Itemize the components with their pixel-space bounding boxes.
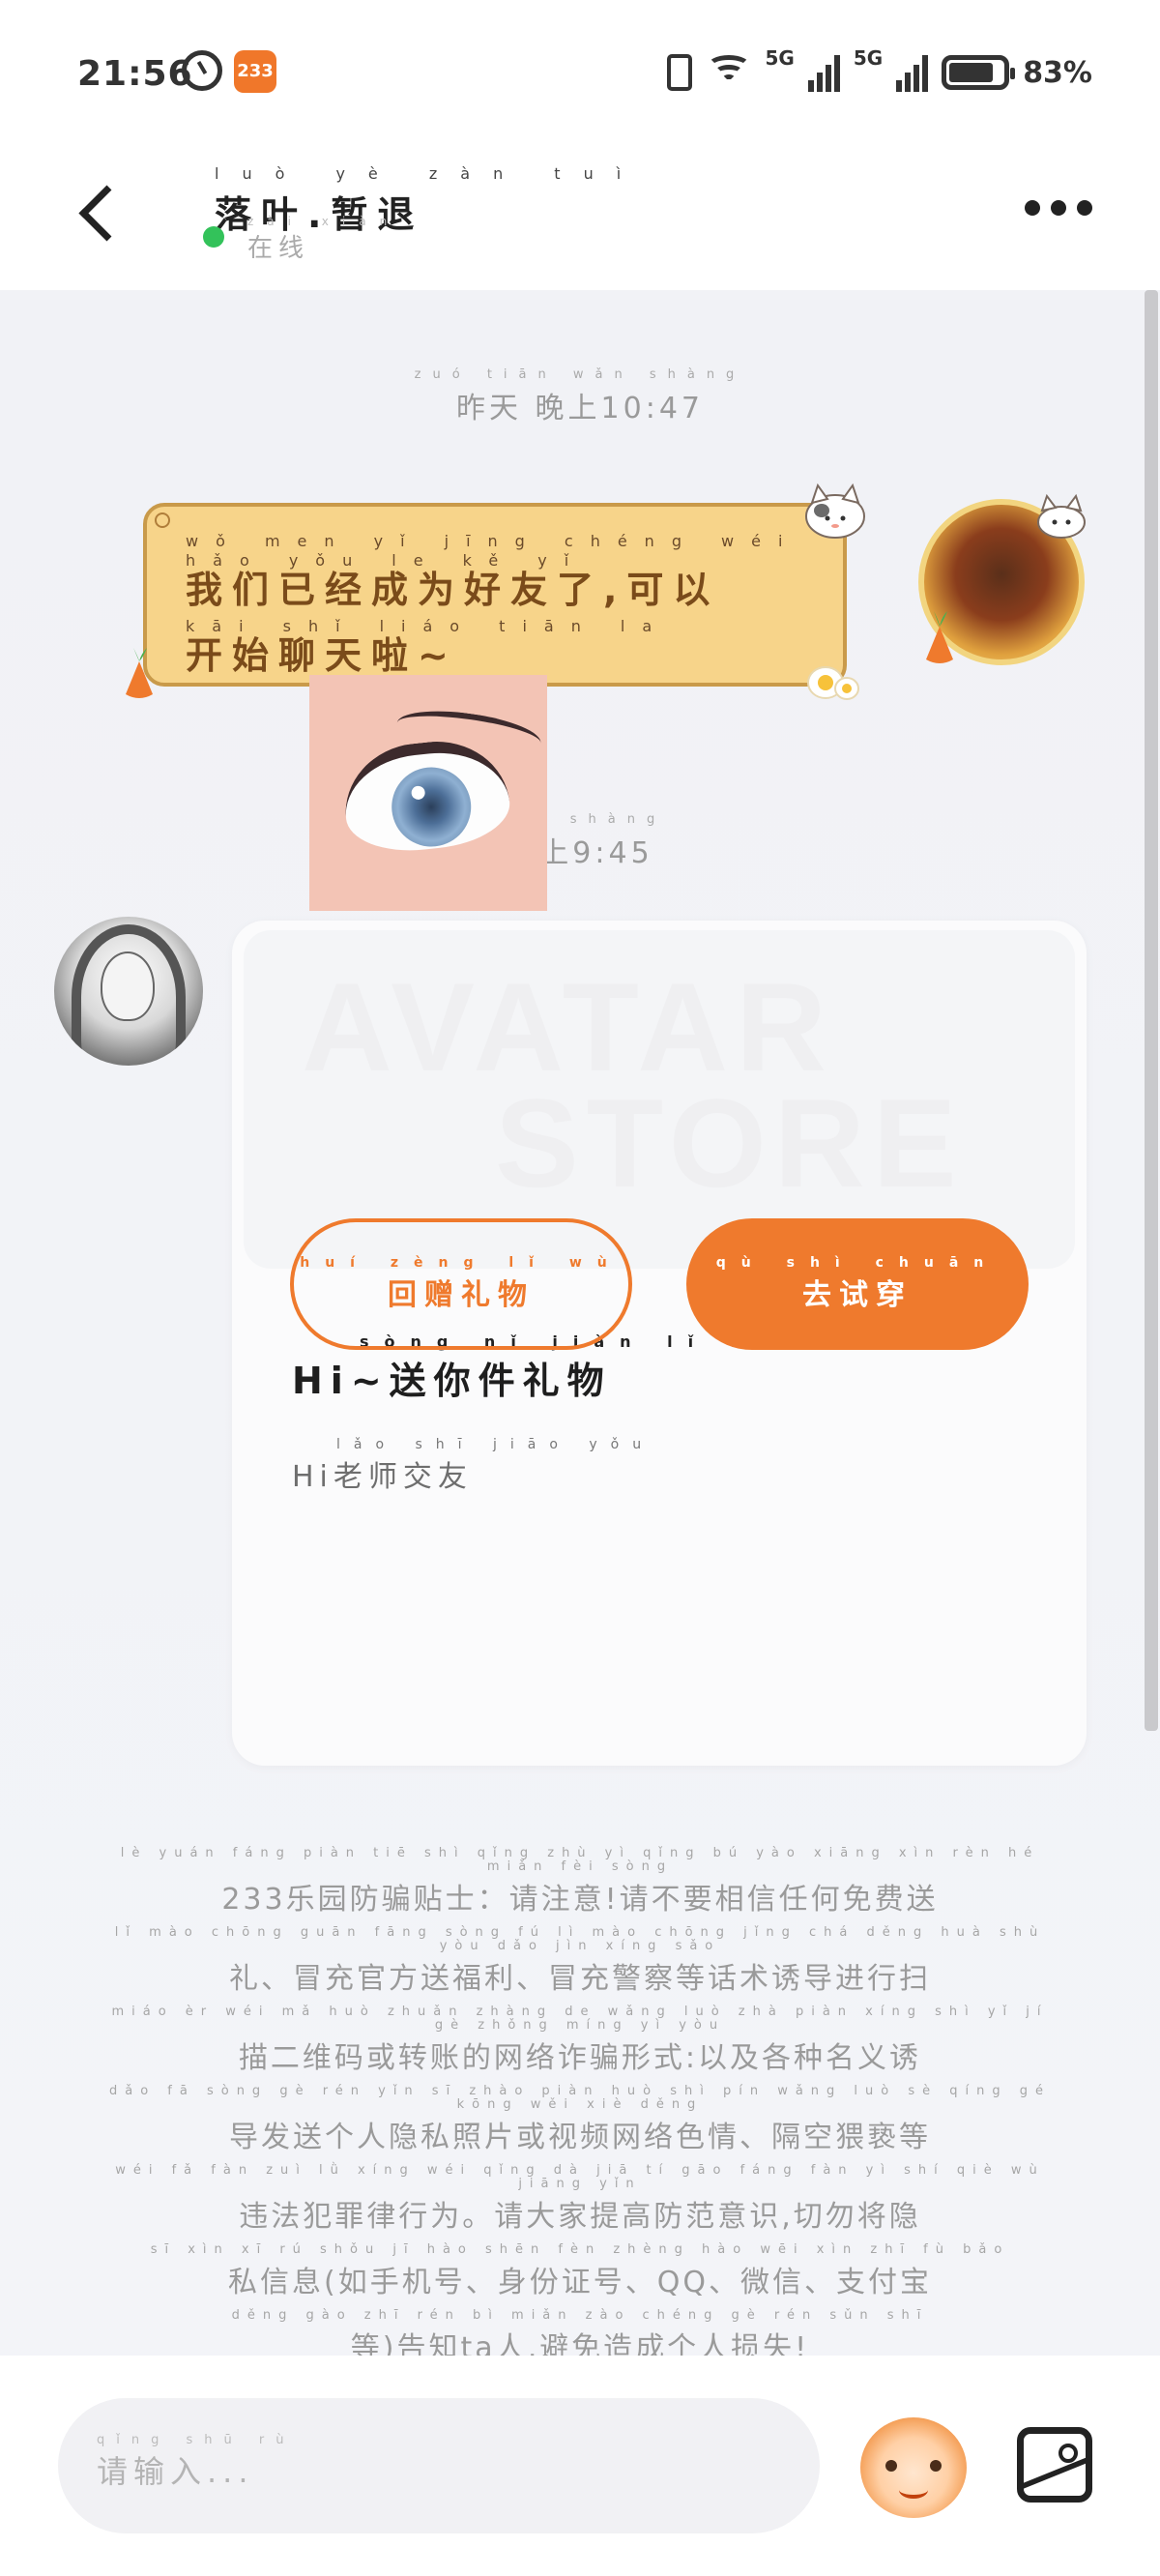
sender-avatar[interactable] bbox=[54, 917, 203, 1066]
gift-item-image[interactable] bbox=[309, 675, 547, 911]
timestamp-1-text: 昨天 晚上10:47 bbox=[456, 392, 704, 425]
avatar-cat-decoration-icon bbox=[1037, 493, 1086, 539]
app-badge-icon: 233 bbox=[234, 50, 276, 93]
tips-line-1: lè yuán fáng piàn tiē shì qǐng zhù yì qǐ… bbox=[120, 1846, 1040, 1917]
system-line-1-pinyin: wǒ men yǐ jīng chéng wéi hǎo yǒu le kě y… bbox=[186, 532, 800, 570]
network-type-1: 5G bbox=[765, 46, 795, 70]
online-status-text: 在线 bbox=[247, 234, 310, 263]
battery-percent: 83% bbox=[1023, 55, 1092, 90]
tips-line-3: miáo èr wéi mǎ huò zhuǎn zhàng de wǎng l… bbox=[111, 2005, 1049, 2076]
signal-icon-2 bbox=[896, 53, 929, 92]
return-gift-label: 回赠礼物 bbox=[388, 1278, 535, 1312]
alarm-icon bbox=[182, 50, 222, 91]
emoji-mascot-icon[interactable] bbox=[860, 2417, 967, 2518]
gift-subtitle-text: Hi老师交友 bbox=[292, 1460, 473, 1494]
system-message-card: wǒ men yǐ jīng chéng wéi hǎo yǒu le kě y… bbox=[126, 483, 865, 700]
pin-icon bbox=[155, 512, 170, 528]
timestamp-2: wǎn shàng 晚上9:45 bbox=[0, 812, 1160, 871]
system-line-2-pinyin: kāi shǐ liáo tiān la bbox=[186, 617, 670, 635]
timestamp-2-pinyin: wǎn shàng bbox=[493, 812, 667, 827]
tips-line-6: sī xìn xī rú shǒu jī hào shēn fèn zhèng … bbox=[150, 2242, 1010, 2300]
vibrate-icon bbox=[666, 54, 692, 91]
system-line-2-text: 开始聊天啦~ bbox=[186, 634, 458, 677]
wifi-icon bbox=[706, 53, 752, 92]
watermark-line-1: AVATAR bbox=[302, 956, 835, 1098]
gift-title-text: Hi~送你件礼物 bbox=[292, 1360, 612, 1402]
try-on-label: 去试穿 bbox=[802, 1278, 913, 1312]
chat-area[interactable]: zuó tiān wǎn shàng 昨天 晚上10:47 wǒ men yǐ … bbox=[0, 290, 1160, 2365]
image-icon[interactable] bbox=[1017, 2427, 1092, 2503]
system-line-1-text: 我们已经成为好友了,可以 bbox=[186, 569, 720, 611]
cat-decoration-icon bbox=[805, 483, 865, 539]
chat-scrollbar[interactable] bbox=[1145, 290, 1158, 1731]
signal-icon-1 bbox=[807, 53, 840, 92]
status-time: 21:56 bbox=[77, 54, 193, 94]
online-status-dot bbox=[203, 226, 224, 248]
placeholder-text: 请输入... bbox=[97, 2453, 254, 2490]
system-message-line-2: kāi shǐ liáo tiān la 开始聊天啦~ bbox=[186, 617, 804, 675]
gift-subtitle: lǎo shī jiāo yǒu Hi老师交友 bbox=[292, 1437, 654, 1495]
try-on-button[interactable]: qù shì chuān 去试穿 bbox=[686, 1218, 1029, 1350]
placeholder-pinyin: qǐng shū rù bbox=[97, 2433, 296, 2447]
status-indicators: 5G 5G 83% bbox=[666, 46, 1092, 99]
network-type-2: 5G bbox=[853, 46, 884, 70]
tips-line-4: dǎo fā sòng gè rén yǐn sī zhào piàn huò … bbox=[108, 2084, 1051, 2155]
watermark-line-2: STORE bbox=[495, 1072, 965, 1214]
egg-decoration-icon bbox=[807, 666, 859, 700]
tips-line-5: wéi fǎ fàn zuì lǜ xíng wéi qǐng dà jiā t… bbox=[115, 2163, 1045, 2235]
avatar-carrot-decoration-icon bbox=[926, 611, 953, 663]
store-watermark: AVATAR STORE bbox=[302, 956, 965, 1214]
more-dots-icon[interactable] bbox=[1025, 193, 1092, 222]
timestamp-1: zuó tiān wǎn shàng 昨天 晚上10:47 bbox=[0, 367, 1160, 426]
gift-subtitle-pinyin: lǎo shī jiāo yǒu bbox=[336, 1437, 655, 1452]
return-gift-pinyin: huí zèng lǐ wù bbox=[300, 1255, 623, 1271]
anti-fraud-tips: lè yuán fáng piàn tiē shì qǐng zhù yì qǐ… bbox=[106, 1847, 1054, 2375]
online-status: zài xiàn 在线 bbox=[247, 215, 400, 264]
message-input-placeholder: qǐng shū rù 请输入... bbox=[97, 2433, 781, 2492]
timestamp-1-pinyin: zuó tiān wǎn shàng bbox=[414, 367, 746, 382]
battery-icon bbox=[942, 55, 1016, 90]
tips-line-2: lǐ mào chōng guān fāng sòng fú lì mào ch… bbox=[114, 1925, 1046, 1997]
message-input[interactable]: qǐng shū rù 请输入... bbox=[58, 2398, 820, 2533]
status-bar: 21:56 233 5G 5G 83% bbox=[0, 0, 1160, 145]
input-bar: qǐng shū rù 请输入... bbox=[0, 2356, 1160, 2576]
contact-name-pinyin: luò yè zàn tuì bbox=[215, 164, 645, 183]
carrot-decoration-icon bbox=[126, 648, 153, 698]
try-on-pinyin: qù shì chuān bbox=[715, 1255, 1000, 1271]
return-gift-button[interactable]: huí zèng lǐ wù 回赠礼物 bbox=[290, 1218, 632, 1350]
battery-fill bbox=[949, 63, 993, 82]
chat-header: luò yè zàn tuì 落叶.暂退 zài xiàn 在线 bbox=[0, 145, 1160, 290]
back-arrow-icon[interactable] bbox=[68, 174, 135, 251]
system-message-line-1: wǒ men yǐ jīng chéng wéi hǎo yǒu le kě y… bbox=[186, 532, 804, 609]
online-status-pinyin: zài xiàn bbox=[247, 215, 401, 228]
